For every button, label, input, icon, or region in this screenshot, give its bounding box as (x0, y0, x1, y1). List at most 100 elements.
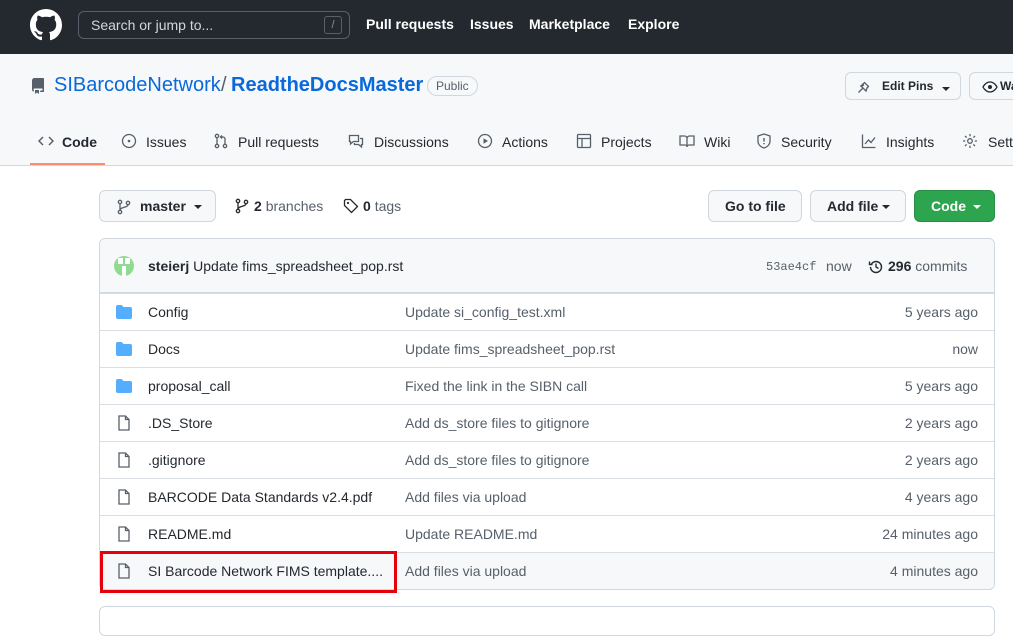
file-age: 2 years ago (904, 415, 978, 431)
file-name-link[interactable]: .DS_Store (148, 415, 213, 431)
file-name-link[interactable]: Docs (148, 341, 180, 357)
tags-label: tags (374, 198, 402, 214)
file-icon (118, 489, 130, 505)
tab-issues[interactable]: Issues (121, 128, 196, 166)
folder-icon (116, 305, 132, 319)
file-name-link[interactable]: BARCODE Data Standards v2.4.pdf (148, 489, 372, 505)
table-row[interactable]: .gitignore Add ds_store files to gitigno… (100, 441, 994, 478)
branch-select-button[interactable]: master (99, 190, 216, 222)
branch-name: master (140, 198, 186, 214)
table-row[interactable]: proposal_call Fixed the link in the SIBN… (100, 367, 994, 404)
table-icon (576, 133, 592, 149)
repo-owner-link[interactable]: SIBarcodeNetwork (54, 74, 221, 97)
slash-shortcut-icon: / (324, 16, 342, 34)
tab-wiki[interactable]: Wiki (679, 128, 739, 166)
avatar[interactable] (114, 256, 134, 276)
branch-icon (235, 198, 249, 214)
tab-security-label: Security (781, 134, 832, 150)
tab-pull-requests-label: Pull requests (238, 134, 319, 150)
pin-icon (858, 81, 870, 93)
identicon-icon (118, 258, 130, 276)
commit-author[interactable]: steierj (148, 258, 189, 274)
tab-pull-requests[interactable]: Pull requests (213, 128, 328, 166)
file-icon (118, 452, 130, 468)
file-commit-message[interactable]: Add files via upload (405, 563, 526, 579)
branch-icon (117, 199, 131, 215)
tab-insights-label: Insights (886, 134, 935, 150)
file-age: 5 years ago (904, 378, 978, 394)
file-commit-message[interactable]: Fixed the link in the SIBN call (405, 378, 587, 394)
code-icon (38, 136, 54, 146)
table-row[interactable]: Config Update si_config_test.xml 5 years… (100, 293, 994, 330)
repo-path-separator: / (221, 74, 227, 96)
tab-discussions[interactable]: Discussions (348, 128, 458, 166)
file-name-link[interactable]: Config (148, 304, 188, 320)
chevron-down-icon (194, 205, 202, 209)
nav-pull-requests[interactable]: Pull requests (366, 16, 454, 32)
edit-pins-label: Edit Pins (882, 79, 934, 93)
file-commit-message[interactable]: Update si_config_test.xml (405, 304, 565, 320)
tab-code[interactable]: Code (38, 128, 108, 166)
tab-insights[interactable]: Insights (861, 128, 941, 166)
tab-wiki-label: Wiki (704, 134, 731, 150)
file-name-link[interactable]: README.md (148, 526, 231, 542)
watch-button[interactable]: Watch (969, 72, 1013, 100)
file-age: 4 minutes ago (890, 563, 978, 579)
file-commit-message[interactable]: Update README.md (405, 526, 537, 542)
branches-count: 2 (254, 198, 262, 214)
folder-icon (116, 379, 132, 393)
branches-link[interactable]: 2 branches (234, 198, 323, 214)
shield-icon (757, 133, 771, 149)
file-name-link[interactable]: .gitignore (148, 452, 206, 468)
table-row[interactable]: Docs Update fims_spreadsheet_pop.rst now (100, 330, 994, 367)
tab-security[interactable]: Security (756, 128, 841, 166)
table-row[interactable]: BARCODE Data Standards v2.4.pdf Add file… (100, 478, 994, 515)
active-tab-indicator (30, 163, 105, 165)
commit-sha[interactable]: 53ae4cf (766, 260, 816, 274)
file-icon (118, 415, 130, 431)
file-commit-message[interactable]: Update fims_spreadsheet_pop.rst (405, 341, 615, 357)
chevron-down-icon (973, 205, 981, 209)
search-input[interactable]: Search or jump to... / (78, 11, 350, 39)
repo-icon (31, 78, 44, 94)
discussion-icon (348, 134, 364, 149)
commit-time: now (826, 258, 852, 274)
file-age: 4 years ago (904, 489, 978, 505)
go-to-file-button[interactable]: Go to file (708, 190, 802, 222)
tag-icon (343, 198, 359, 214)
tab-projects[interactable]: Projects (576, 128, 661, 166)
issue-icon (121, 133, 137, 149)
table-row[interactable]: .DS_Store Add ds_store files to gitignor… (100, 404, 994, 441)
file-name-link[interactable]: proposal_call (148, 378, 231, 394)
commit-message[interactable]: Update fims_spreadsheet_pop.rst (193, 258, 403, 274)
global-header: Search or jump to... / Pull requests Iss… (0, 0, 1013, 54)
latest-commit-bar: steierj Update fims_spreadsheet_pop.rst … (100, 239, 994, 293)
github-logo-icon[interactable] (30, 9, 62, 41)
file-commit-message[interactable]: Add files via upload (405, 489, 526, 505)
file-commit-message[interactable]: Add ds_store files to gitignore (405, 452, 589, 468)
play-icon (477, 133, 493, 149)
nav-issues[interactable]: Issues (470, 16, 514, 32)
tab-actions-label: Actions (502, 134, 548, 150)
repo-name-link[interactable]: ReadtheDocsMaster (231, 74, 423, 97)
chevron-down-icon (882, 205, 890, 209)
edit-pins-button[interactable]: Edit Pins (845, 72, 961, 100)
code-button-label: Code (931, 198, 966, 214)
table-row[interactable]: README.md Update README.md 24 minutes ag… (100, 515, 994, 552)
nav-marketplace[interactable]: Marketplace (529, 16, 610, 32)
branches-label: branches (265, 198, 324, 214)
tab-settings[interactable]: Settings (962, 128, 1013, 166)
code-clone-button[interactable]: Code (914, 190, 995, 222)
readme-panel (99, 606, 995, 636)
file-icon (118, 526, 130, 542)
commit-count: 296 (888, 258, 912, 274)
tags-link[interactable]: 0 tags (343, 198, 401, 214)
add-file-button[interactable]: Add file (810, 190, 906, 222)
tab-actions[interactable]: Actions (477, 128, 557, 166)
commits-link[interactable]: 296 commits (868, 258, 967, 274)
file-commit-message[interactable]: Add ds_store files to gitignore (405, 415, 589, 431)
repo-header: SIBarcodeNetwork / ReadtheDocsMaster Pub… (0, 54, 1013, 166)
book-icon (679, 135, 695, 148)
pull-request-icon (214, 133, 228, 149)
nav-explore[interactable]: Explore (628, 16, 679, 32)
